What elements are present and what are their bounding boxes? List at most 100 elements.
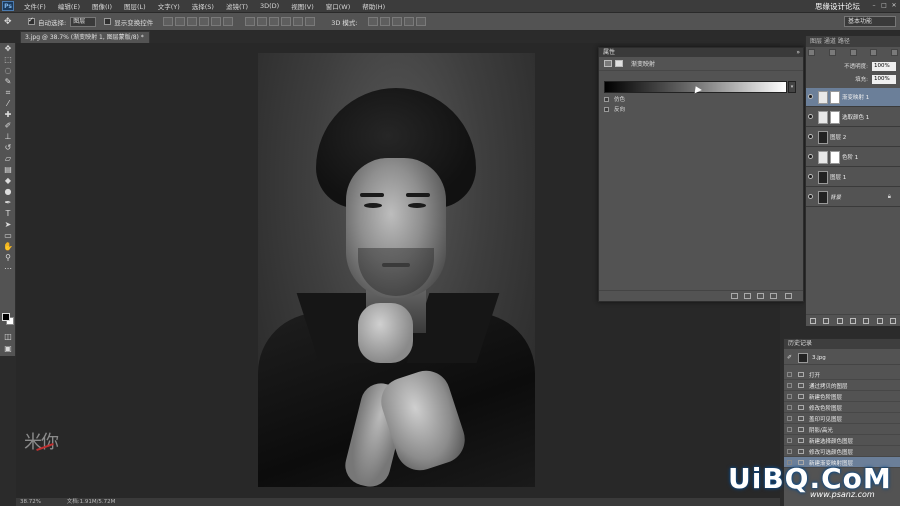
layer-levels[interactable]: 色阶 1 <box>806 148 900 167</box>
menu-window[interactable]: 窗口(W) <box>320 1 357 11</box>
mask-icon[interactable] <box>615 60 623 67</box>
add-mask-icon[interactable] <box>836 317 843 324</box>
history-source-box[interactable] <box>787 438 792 443</box>
layer-2[interactable]: 图层 2 <box>806 128 900 147</box>
pen-tool-icon[interactable]: ✒ <box>0 197 16 208</box>
menu-select[interactable]: 选择(S) <box>186 1 220 11</box>
workspace-dropdown[interactable]: 基本功能 <box>844 16 896 27</box>
zoom-level[interactable]: 38.72% <box>20 499 41 505</box>
layer-visibility-icon[interactable] <box>808 114 813 119</box>
history-item[interactable]: 打开 <box>784 369 900 380</box>
layer-selective-color[interactable]: 选取颜色 1 <box>806 108 900 127</box>
more-tools-icon[interactable]: ⋯ <box>0 263 16 274</box>
align-vcenter-icon[interactable] <box>175 17 186 26</box>
menu-layer[interactable]: 图层(L) <box>118 1 152 11</box>
layer-background[interactable]: 背景 🔒︎ <box>806 188 900 207</box>
clip-to-layer-icon[interactable] <box>731 293 738 299</box>
view-previous-icon[interactable] <box>744 293 751 299</box>
layer-visibility-icon[interactable] <box>808 174 813 179</box>
history-source-box[interactable] <box>787 372 792 377</box>
dither-checkbox[interactable] <box>604 96 609 102</box>
distribute-right-icon[interactable] <box>305 17 316 26</box>
3d-drag-icon[interactable] <box>391 17 402 26</box>
history-item[interactable]: 通过拷贝的图层 <box>784 380 900 391</box>
history-item[interactable]: 盖印可见图层 <box>784 413 900 424</box>
distribute-bottom-icon[interactable] <box>269 17 280 26</box>
move-tool-icon[interactable]: ✥ <box>4 16 20 28</box>
blur-tool-icon[interactable]: ◆ <box>0 175 16 186</box>
reverse-option[interactable]: 反向 <box>604 105 625 113</box>
menu-filter[interactable]: 滤镜(T) <box>220 1 254 11</box>
3d-scale-icon[interactable] <box>415 17 426 26</box>
gradient-dropdown-icon[interactable]: ▾ <box>788 81 796 93</box>
layer-mask-thumbnail[interactable] <box>830 151 840 164</box>
align-bottom-icon[interactable] <box>187 17 198 26</box>
move-tool-icon[interactable]: ✥ <box>0 43 16 54</box>
distribute-top-icon[interactable] <box>245 17 256 26</box>
layer-visibility-icon[interactable] <box>808 134 813 139</box>
menu-image[interactable]: 图像(I) <box>86 1 118 11</box>
eyedropper-tool-icon[interactable]: ⁄ <box>0 98 16 109</box>
reset-icon[interactable] <box>757 293 764 299</box>
adjustment-icon[interactable] <box>604 60 612 67</box>
document-tab[interactable]: 3.jpg @ 38.7% (渐变映射 1, 图层蒙版/8) * <box>20 31 150 43</box>
new-group-icon[interactable] <box>863 317 870 324</box>
layer-mask-thumbnail[interactable] <box>830 91 840 104</box>
layer-1[interactable]: 图层 1 <box>806 168 900 187</box>
brush-tool-icon[interactable]: ✐ <box>0 120 16 131</box>
screen-mode-icon[interactable]: ▣ <box>0 343 16 354</box>
opacity-input[interactable]: 100% <box>872 62 896 71</box>
crop-tool-icon[interactable]: ⌗ <box>0 87 16 98</box>
history-source-box[interactable] <box>787 449 792 454</box>
quick-select-tool-icon[interactable]: ✎ <box>0 76 16 87</box>
menu-file[interactable]: 文件(F) <box>18 1 52 11</box>
history-source-box[interactable] <box>787 394 792 399</box>
align-right-icon[interactable] <box>223 17 234 26</box>
lock-icon[interactable]: 🔒︎ <box>888 193 891 201</box>
path-select-tool-icon[interactable]: ➤ <box>0 219 16 230</box>
history-item[interactable]: 新建色阶图层 <box>784 391 900 402</box>
visibility-icon[interactable] <box>770 293 777 299</box>
menu-3d[interactable]: 3D(D) <box>254 2 285 10</box>
history-brush-tool-icon[interactable]: ↺ <box>0 142 16 153</box>
history-item[interactable]: 新建选择颜色图层 <box>784 435 900 446</box>
filter-smart-icon[interactable] <box>891 49 898 56</box>
clone-stamp-tool-icon[interactable]: ⊥ <box>0 131 16 142</box>
auto-select-checkbox[interactable] <box>28 16 35 25</box>
menu-type[interactable]: 文字(Y) <box>152 1 186 11</box>
panel-close-icon[interactable]: » <box>796 48 800 57</box>
history-source-box[interactable] <box>787 405 792 410</box>
filter-pixel-icon[interactable] <box>808 49 815 56</box>
layer-visibility-icon[interactable] <box>808 154 813 159</box>
document-size[interactable]: 文档:1.91M/5.72M <box>67 499 116 505</box>
foreground-color-swatch[interactable] <box>2 313 10 321</box>
distribute-hcenter-icon[interactable] <box>293 17 304 26</box>
3d-roll-icon[interactable] <box>379 17 390 26</box>
new-adjustment-icon[interactable] <box>849 317 856 324</box>
menu-edit[interactable]: 编辑(E) <box>52 1 86 11</box>
menu-view[interactable]: 视图(V) <box>285 1 320 11</box>
hand-tool-icon[interactable]: ✋ <box>0 241 16 252</box>
link-layers-icon[interactable] <box>809 317 816 324</box>
filter-adjust-icon[interactable] <box>828 49 836 56</box>
type-tool-icon[interactable]: T <box>0 208 16 219</box>
filter-type-icon[interactable] <box>849 49 857 56</box>
eraser-tool-icon[interactable]: ▱ <box>0 153 16 164</box>
shape-tool-icon[interactable]: ▭ <box>0 230 16 241</box>
delete-layer-icon[interactable] <box>890 317 897 324</box>
dither-option[interactable]: 仿色 <box>604 95 625 103</box>
history-source-box[interactable] <box>787 383 792 388</box>
align-top-icon[interactable] <box>163 17 174 26</box>
history-snapshot[interactable]: ✐ 3.jpg <box>784 351 900 365</box>
show-transform-checkbox[interactable] <box>104 18 112 25</box>
delete-icon[interactable] <box>785 293 792 299</box>
healing-tool-icon[interactable]: ✚ <box>0 109 16 120</box>
properties-panel-header[interactable]: 属性 » <box>599 48 803 57</box>
layers-tabs[interactable]: 图层 通道 路径 <box>806 36 900 47</box>
distribute-left-icon[interactable] <box>281 17 292 26</box>
layer-gradient-map[interactable]: 渐变映射 1 <box>806 88 900 107</box>
auto-select-dropdown[interactable]: 图层 <box>70 16 97 27</box>
menu-help[interactable]: 帮助(H) <box>356 1 391 11</box>
new-layer-icon[interactable] <box>876 317 883 324</box>
history-brush-source-icon[interactable]: ✐ <box>787 354 792 361</box>
